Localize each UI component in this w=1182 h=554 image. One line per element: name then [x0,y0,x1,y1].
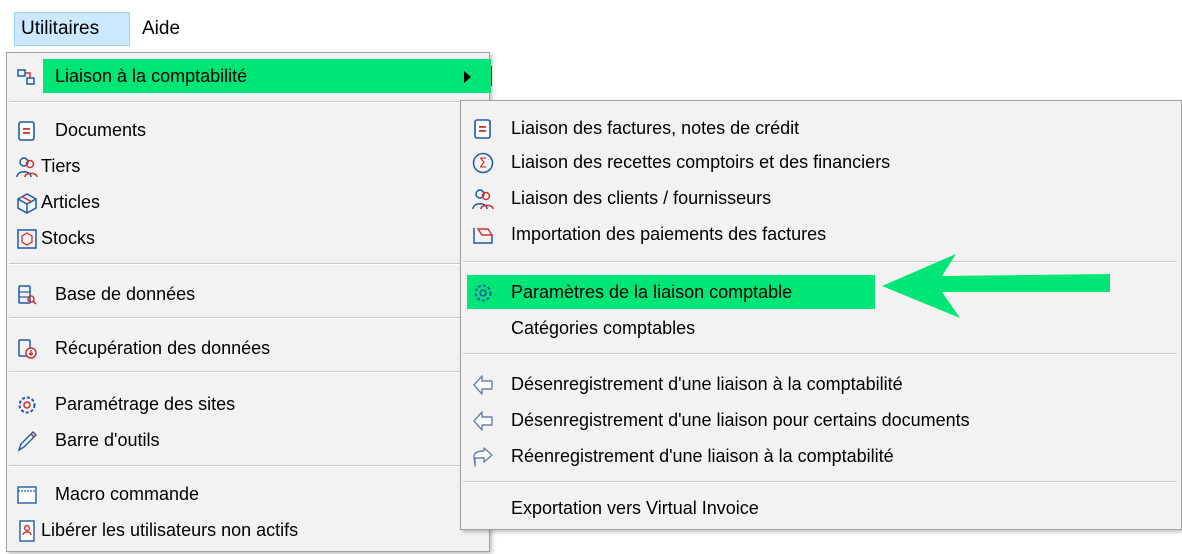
menu-item-label: Liaison à la comptabilité [55,66,248,86]
menu-utilitaires[interactable]: Utilitaires [14,12,130,46]
menu-item-label: Catégories comptables [511,318,696,338]
document-icon [15,119,39,143]
svg-text:Σ: Σ [479,157,487,172]
menu-item-base-donnees[interactable]: Base de données [9,277,479,311]
box-icon [15,191,39,215]
gear-icon [471,281,495,305]
separator [9,465,485,467]
menu-item-label: Libérer les utilisateurs non actifs [41,520,299,540]
annotation-arrow-icon [882,254,1110,318]
submenu-item-recettes[interactable]: Σ Liaison des recettes comptoirs et des … [463,145,1163,179]
menu-item-label: Désenregistrement d'une liaison pour cer… [511,410,970,430]
menu-item-label: Récupération des données [55,338,271,358]
submenu-item-importation[interactable]: Importation des paiements des factures [463,217,1163,251]
people-icon [15,155,39,179]
submenu-arrow-icon [464,71,471,83]
menu-item-label: Barre d'outils [55,430,160,450]
menu-item-label: Base de données [55,284,196,304]
menu-aide[interactable]: Aide [136,12,186,46]
document-icon [471,117,495,141]
database-search-icon [15,283,39,307]
submenu-item-desenregistrement-liaison[interactable]: Désenregistrement d'une liaison à la com… [463,367,1163,401]
menu-item-stocks[interactable]: Stocks [9,221,479,255]
separator [9,263,485,265]
submenu-item-reenregistrement[interactable]: Réenregistrement d'une liaison à la comp… [463,439,1163,473]
separator [463,353,1177,355]
menu-item-macro[interactable]: Macro commande [9,477,479,511]
menu-item-label: Tiers [41,156,81,176]
menu-item-label: Importation des paiements des factures [511,224,827,244]
recovery-icon [15,337,39,361]
gear-icon [15,393,39,417]
menu-item-parametrage-sites[interactable]: Paramétrage des sites [9,387,479,421]
menu-item-label: Articles [41,192,101,212]
menu-item-articles[interactable]: Articles [9,185,479,219]
menu-item-label: Exportation vers Virtual Invoice [511,498,759,518]
menu-item-documents[interactable]: Documents [9,113,479,147]
undo-arrow-icon [471,409,495,433]
submenu-item-exportation[interactable]: Exportation vers Virtual Invoice [463,491,1163,525]
menu-item-liaison[interactable]: Liaison à la comptabilité [9,59,491,93]
menu-item-recuperation[interactable]: Récupération des données [9,331,479,365]
menu-bar: Utilitaires Aide [0,0,1182,46]
people-icon [471,187,495,211]
menu-item-label: Macro commande [55,484,200,504]
separator [9,317,485,319]
submenu-item-factures[interactable]: Liaison des factures, notes de crédit [463,111,1163,145]
undo-arrow-icon [471,373,495,397]
menu-item-tiers[interactable]: Tiers [9,149,479,183]
menu-item-label: Liaison des factures, notes de crédit [511,118,800,138]
menu-item-label: Paramétrage des sites [55,394,236,414]
user-card-icon [15,519,39,543]
menu-item-label: Liaison des recettes comptoirs et des fi… [511,152,891,172]
menu-item-liberer[interactable]: Libérer les utilisateurs non actifs [9,513,479,547]
utilitaires-dropdown: Liaison à la comptabilité Documents Tier… [6,52,491,552]
sigma-icon: Σ [471,151,495,175]
import-icon [471,223,495,247]
window-icon [15,483,39,507]
menu-item-barre-outils[interactable]: Barre d'outils [9,423,479,457]
menu-item-label: Liaison des clients / fournisseurs [511,188,772,208]
menu-item-label: Réenregistrement d'une liaison à la comp… [511,446,894,466]
separator [9,371,485,373]
separator [463,481,1177,483]
menu-item-label: Désenregistrement d'une liaison à la com… [511,374,903,394]
pen-icon [15,429,39,453]
redo-arrow-icon [471,445,495,469]
link-icon [15,65,39,89]
submenu-item-parametres[interactable]: Paramètres de la liaison comptable [463,275,875,309]
menu-item-label: Documents [55,120,147,140]
submenu-item-clients[interactable]: Liaison des clients / fournisseurs [463,181,1163,215]
menu-item-label: Paramètres de la liaison comptable [511,282,793,302]
stock-box-icon [15,227,39,251]
menu-item-label: Stocks [41,228,96,248]
submenu-item-desenregistrement-documents[interactable]: Désenregistrement d'une liaison pour cer… [463,403,1163,437]
separator [9,101,485,103]
